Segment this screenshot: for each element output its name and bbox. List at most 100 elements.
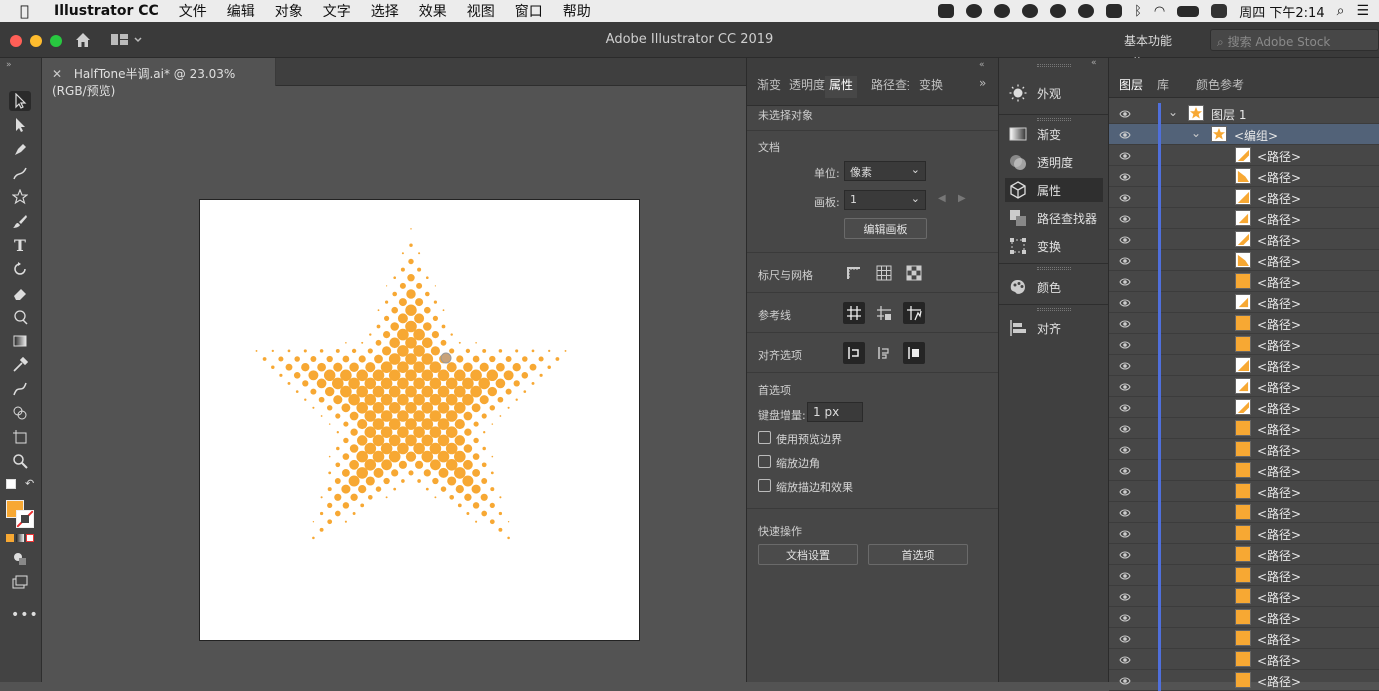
path-row[interactable]: <路径>	[1109, 292, 1379, 313]
eye-icon[interactable]	[1119, 654, 1131, 664]
grip[interactable]	[1037, 308, 1071, 311]
tab-properties[interactable]: 属性	[825, 76, 858, 98]
eye-icon[interactable]	[1119, 150, 1131, 160]
menu-window[interactable]: 窗口	[515, 1, 543, 21]
eye-icon[interactable]	[1119, 423, 1131, 433]
dock-transform[interactable]: 变换	[1005, 234, 1103, 258]
wifi-icon[interactable]: ◠	[1154, 4, 1165, 19]
scale-strokes-checkbox[interactable]	[758, 479, 771, 492]
align-glyph-icon[interactable]	[873, 342, 895, 364]
grip[interactable]	[1037, 267, 1071, 270]
menu-file[interactable]: 文件	[179, 1, 207, 21]
preview-bounds-checkbox[interactable]	[758, 431, 771, 444]
path-row[interactable]: <路径>	[1109, 145, 1379, 166]
eye-icon[interactable]	[1119, 570, 1131, 580]
dock-pathfinder[interactable]: 路径查找器	[1005, 206, 1103, 230]
eye-icon[interactable]	[1119, 675, 1131, 685]
eye-icon[interactable]	[1119, 213, 1131, 223]
previous-artboard-icon[interactable]: ◀	[938, 193, 946, 204]
tab-pathfinder[interactable]: 路径查找	[871, 76, 909, 98]
dock-appearance[interactable]: 外观	[1005, 81, 1103, 105]
path-row[interactable]: <路径>	[1109, 208, 1379, 229]
eye-icon[interactable]	[1119, 486, 1131, 496]
panel-expand-icon[interactable]: «	[1091, 58, 1097, 68]
path-row[interactable]: <路径>	[1109, 607, 1379, 628]
grip[interactable]	[1037, 64, 1071, 67]
menu-object[interactable]: 对象	[275, 1, 303, 21]
evernote-icon[interactable]	[938, 4, 955, 18]
path-row[interactable]: <路径>	[1109, 523, 1379, 544]
path-row[interactable]: <路径>	[1109, 565, 1379, 586]
close-tab-icon[interactable]: ✕	[52, 67, 62, 81]
curvature-tool-icon[interactable]	[9, 163, 31, 183]
eye-icon[interactable]	[1119, 633, 1131, 643]
collapse-arrows-icon[interactable]: »	[6, 60, 12, 70]
creative-cloud-icon[interactable]	[1078, 4, 1095, 18]
eye-icon[interactable]	[1119, 528, 1131, 538]
tab-gradient[interactable]: 渐变	[757, 76, 781, 98]
next-artboard-icon[interactable]: ▶	[958, 193, 966, 204]
none-mode-icon[interactable]	[26, 534, 34, 542]
color-mode-buttons[interactable]	[6, 534, 34, 544]
panel-menu-icon[interactable]: »	[979, 76, 986, 90]
path-row[interactable]: <路径>	[1109, 397, 1379, 418]
path-row[interactable]: <路径>	[1109, 376, 1379, 397]
path-row[interactable]: <路径>	[1109, 418, 1379, 439]
eye-icon[interactable]	[1119, 507, 1131, 517]
eye-icon[interactable]	[1119, 318, 1131, 328]
paintbrush-tool-icon[interactable]	[9, 211, 31, 231]
path-row[interactable]: <路径>	[1109, 355, 1379, 376]
path-row[interactable]: <路径>	[1109, 586, 1379, 607]
dock-properties[interactable]: 属性	[1005, 178, 1103, 202]
spotlight-icon[interactable]: ⌕	[1337, 3, 1345, 19]
sync-icon[interactable]	[1050, 4, 1067, 18]
default-colors-icon[interactable]	[6, 479, 16, 489]
eye-icon[interactable]	[1119, 549, 1131, 559]
tab-transform[interactable]: 变换	[919, 76, 943, 98]
swap-colors-icon[interactable]: ↶	[25, 477, 34, 490]
eye-icon[interactable]	[1119, 339, 1131, 349]
eye-icon[interactable]	[1119, 612, 1131, 622]
blend-tool-icon[interactable]	[9, 379, 31, 399]
eye-icon[interactable]	[1119, 591, 1131, 601]
panel-collapse-icon[interactable]: «	[979, 60, 985, 70]
preferences-button[interactable]: 首选项	[868, 544, 968, 565]
star-tool-icon[interactable]	[9, 187, 31, 207]
smart-guides-icon[interactable]	[903, 302, 925, 324]
edit-artboard-button[interactable]: 编辑画板	[844, 218, 927, 239]
stroke-swatch[interactable]	[16, 510, 34, 528]
units-dropdown[interactable]: 像素 ⌄	[844, 161, 926, 181]
lock-guides-icon[interactable]	[873, 302, 895, 324]
menu-view[interactable]: 视图	[467, 1, 495, 21]
eye-icon[interactable]	[1119, 255, 1131, 265]
app-menu[interactable]: Illustrator CC	[54, 3, 159, 19]
ruler-icon[interactable]	[843, 262, 865, 284]
align-key-object-icon[interactable]	[903, 342, 925, 364]
menu-list-icon[interactable]: ☰	[1356, 3, 1369, 19]
eye-icon[interactable]	[1119, 192, 1131, 202]
path-row[interactable]: <路径>	[1109, 670, 1379, 691]
selection-tool-icon[interactable]	[9, 91, 31, 111]
document-setup-button[interactable]: 文档设置	[758, 544, 858, 565]
moon-icon[interactable]	[966, 4, 983, 18]
dock-gradient[interactable]: 渐变	[1005, 122, 1103, 146]
send-icon[interactable]	[1106, 4, 1123, 18]
menu-help[interactable]: 帮助	[563, 1, 591, 21]
tab-color-guide[interactable]: 颜色参考	[1196, 72, 1244, 96]
type-tool-icon[interactable]: T	[9, 235, 31, 255]
gradient-mode-icon[interactable]	[16, 534, 24, 542]
direct-selection-tool-icon[interactable]	[9, 115, 31, 135]
pen-tool-icon[interactable]	[9, 139, 31, 159]
shape-builder-tool-icon[interactable]	[9, 403, 31, 423]
eye-icon[interactable]	[1119, 360, 1131, 370]
bluetooth-icon[interactable]: ᛒ	[1134, 4, 1142, 19]
eye-icon[interactable]	[1119, 465, 1131, 475]
path-row[interactable]: <路径>	[1109, 187, 1379, 208]
menu-type[interactable]: 文字	[323, 1, 351, 21]
eye-icon[interactable]	[1119, 381, 1131, 391]
path-row[interactable]: <路径>	[1109, 334, 1379, 355]
clock[interactable]: 周四 下午2:14	[1239, 2, 1324, 21]
layer-row[interactable]: ⌄ 图层 1	[1109, 103, 1379, 124]
eye-icon[interactable]	[1119, 297, 1131, 307]
workspace-switcher[interactable]: 基本功能 ⌄	[1112, 28, 1200, 63]
